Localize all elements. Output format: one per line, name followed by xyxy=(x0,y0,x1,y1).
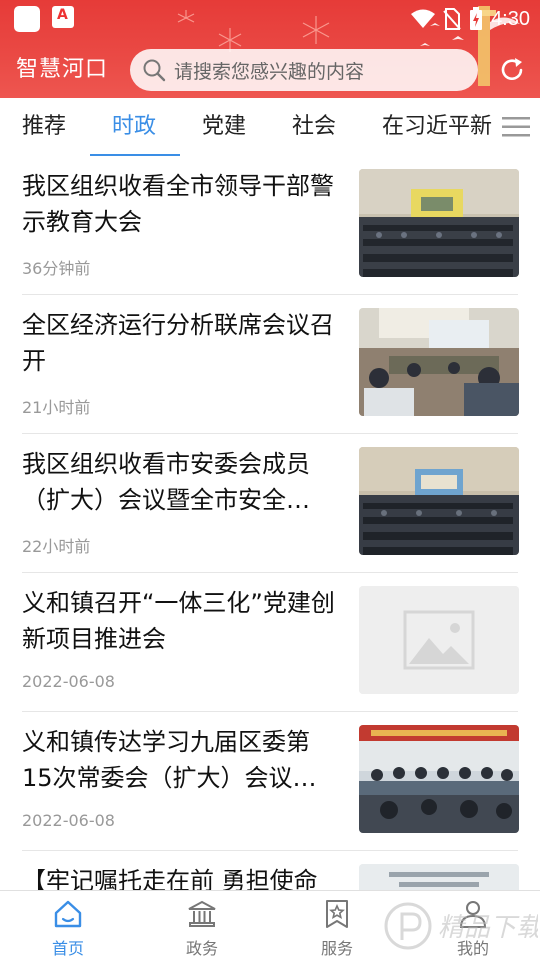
news-item[interactable]: 我区组织收看市安委会成员（扩大）会议暨全市安全… 22小时前 xyxy=(0,434,540,573)
wifi-icon xyxy=(411,9,436,28)
home-icon xyxy=(54,900,82,928)
image-placeholder-icon xyxy=(359,586,519,694)
news-title: 我区组织收看全市领导干部警示教育大会 xyxy=(22,172,334,236)
news-item[interactable]: 我区组织收看全市领导干部警示教育大会 36分钟前 xyxy=(0,156,540,295)
news-list: 我区组织收看全市领导干部警示教育大会 36分钟前 全区经济运行分析联席会议召开 … xyxy=(0,156,540,890)
news-item[interactable]: 义和镇召开“一体三化”党建创新项目推进会 2022-06-08 xyxy=(0,573,540,712)
status-bar: A 4:30 xyxy=(0,0,540,38)
nav-label: 服务 xyxy=(320,939,353,958)
tab-recommend[interactable]: 推荐 xyxy=(22,98,66,156)
app-icon xyxy=(14,6,40,32)
battery-charging-icon xyxy=(470,7,483,30)
nav-label: 政务 xyxy=(185,939,218,958)
news-title: 义和镇传达学习九届区委第15次常委会（扩大）会议… xyxy=(22,728,317,792)
search-placeholder: 请搜索您感兴趣的内容 xyxy=(174,60,365,83)
news-time: 21小时前 xyxy=(22,398,91,417)
news-thumbnail xyxy=(359,864,519,890)
news-time: 36分钟前 xyxy=(22,259,91,278)
nav-home[interactable]: 首页 xyxy=(18,891,118,960)
news-thumbnail xyxy=(359,725,519,833)
news-item[interactable]: 【牢记嘱托走在前 勇担使命 xyxy=(0,851,540,890)
news-item[interactable]: 全区经济运行分析联席会议召开 21小时前 xyxy=(0,295,540,434)
nav-government[interactable]: 政务 xyxy=(152,891,252,960)
menu-icon[interactable] xyxy=(502,116,530,138)
search-icon xyxy=(143,59,166,82)
nav-mine[interactable]: 我的 xyxy=(423,891,523,960)
app-header: A 4:30 智慧河口 请搜索您感兴趣的内容 xyxy=(0,0,540,98)
nav-service[interactable]: 服务 xyxy=(287,891,387,960)
category-tabs: 推荐 时政 党建 社会 在习近平新 xyxy=(0,98,540,156)
news-time: 2022-06-08 xyxy=(22,811,115,830)
news-item[interactable]: 义和镇传达学习九届区委第15次常委会（扩大）会议… 2022-06-08 xyxy=(0,712,540,851)
status-time: 4:30 xyxy=(491,7,530,30)
news-time: 22小时前 xyxy=(22,537,91,556)
news-thumbnail xyxy=(359,169,519,277)
bottom-navigation: 首页 政务 服务 我的 xyxy=(0,890,540,960)
news-thumbnail xyxy=(359,308,519,416)
acrobat-icon: A xyxy=(52,6,74,28)
search-input[interactable]: 请搜索您感兴趣的内容 xyxy=(130,49,478,91)
tab-xi-jinping-thought[interactable]: 在习近平新 xyxy=(382,98,492,156)
user-icon xyxy=(459,901,487,928)
no-sim-icon xyxy=(443,8,461,30)
news-title: 义和镇召开“一体三化”党建创新项目推进会 xyxy=(22,589,335,653)
bookmark-star-icon xyxy=(326,900,348,928)
tab-society[interactable]: 社会 xyxy=(292,98,336,156)
government-icon xyxy=(188,900,216,927)
news-time: 2022-06-08 xyxy=(22,672,115,691)
nav-label: 首页 xyxy=(51,939,84,958)
news-title: 我区组织收看市安委会成员（扩大）会议暨全市安全… xyxy=(22,450,310,514)
nav-label: 我的 xyxy=(456,939,489,958)
news-title: 全区经济运行分析联席会议召开 xyxy=(22,311,334,375)
news-thumbnail xyxy=(359,447,519,555)
tab-party-building[interactable]: 党建 xyxy=(202,98,246,156)
news-title: 【牢记嘱托走在前 勇担使命 xyxy=(22,867,318,890)
refresh-icon[interactable] xyxy=(498,56,526,84)
tab-politics[interactable]: 时政 xyxy=(112,98,156,156)
app-title: 智慧河口 xyxy=(16,57,109,82)
